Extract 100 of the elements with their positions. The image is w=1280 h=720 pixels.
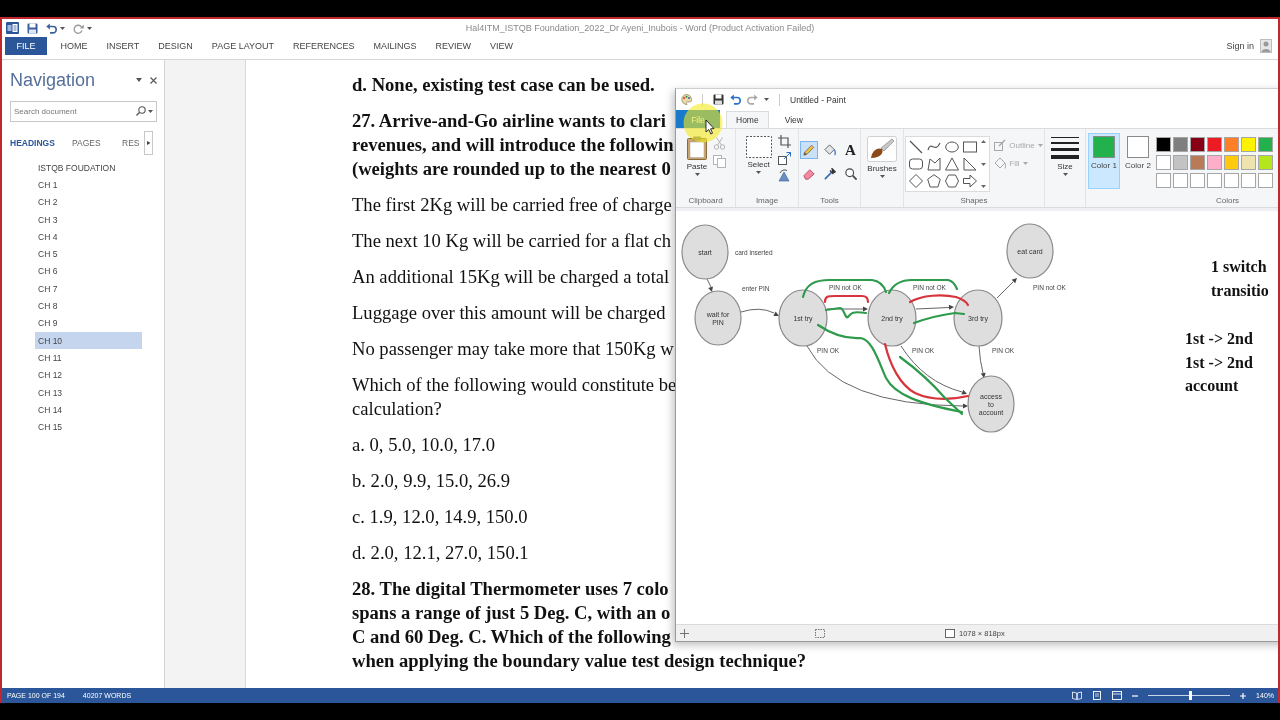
pane-tab[interactable]: PAGES (72, 138, 122, 148)
heading-item[interactable]: CH 11 (35, 349, 142, 367)
pane-tab[interactable]: RES (122, 138, 142, 148)
heading-item[interactable]: CH 13 (35, 383, 142, 402)
palette-swatch[interactable] (1156, 173, 1171, 188)
redo-icon[interactable] (747, 94, 758, 105)
scroll-right-icon[interactable] (144, 131, 153, 155)
palette-swatch[interactable] (1258, 137, 1273, 152)
select-button[interactable]: Select (743, 133, 774, 177)
heading-item[interactable]: CH 14 (35, 401, 142, 419)
caret-icon[interactable] (136, 78, 142, 82)
pencil-icon[interactable] (799, 141, 818, 159)
heading-item[interactable]: CH 9 (35, 314, 142, 332)
resize-icon[interactable] (777, 152, 791, 165)
palette-icon[interactable] (681, 94, 692, 105)
heading-item[interactable]: CH 12 (35, 366, 142, 384)
redo-icon[interactable] (73, 22, 84, 34)
more-icon[interactable] (981, 185, 987, 188)
app-icon[interactable] (6, 22, 19, 34)
palette-swatch[interactable] (1173, 173, 1188, 188)
heading-item[interactable]: CH 4 (35, 228, 142, 246)
ribbon-tab[interactable]: View (774, 111, 813, 128)
close-icon[interactable] (150, 76, 157, 84)
palette-swatch[interactable] (1241, 155, 1256, 170)
palette-swatch[interactable] (1207, 155, 1222, 170)
account-icon[interactable] (1260, 39, 1272, 53)
size-button[interactable]: Size (1049, 133, 1081, 179)
color-button[interactable]: Color 1 (1088, 133, 1120, 189)
palette-swatch[interactable] (1258, 155, 1273, 170)
file-tab[interactable]: FILE (5, 37, 47, 55)
zoom-out-icon[interactable] (1132, 692, 1139, 699)
heading-item[interactable]: ISTQB FOUDATION (35, 159, 142, 177)
heading-item[interactable]: CH 6 (35, 262, 142, 281)
group-label: Colors (1215, 195, 1241, 205)
web-layout-icon[interactable] (1112, 691, 1123, 700)
palette-swatch[interactable] (1190, 155, 1205, 170)
ribbon-tab[interactable]: Home (726, 111, 769, 128)
palette-swatch[interactable] (1190, 173, 1205, 188)
palette-swatch[interactable] (1207, 137, 1222, 152)
heading-item[interactable]: CH 10 (35, 331, 142, 350)
ribbon-tab[interactable]: INSERT (97, 37, 149, 55)
scroll-up-icon[interactable] (981, 140, 987, 143)
sign-in-link[interactable]: Sign in (1226, 41, 1254, 51)
text-tool[interactable]: A (841, 141, 860, 159)
rounded-rectangle-icon[interactable] (909, 157, 924, 171)
arrow-shape-icon[interactable] (963, 174, 978, 188)
undo-icon[interactable] (730, 94, 741, 105)
palette-swatch[interactable] (1173, 137, 1188, 152)
read-mode-icon[interactable] (1072, 691, 1083, 700)
right-triangle-icon[interactable] (963, 157, 978, 171)
ribbon-tab[interactable]: MAILINGS (364, 37, 427, 55)
heading-item[interactable]: CH 3 (35, 210, 142, 229)
rotate-icon[interactable] (777, 169, 791, 182)
scroll-down-icon[interactable] (981, 162, 987, 166)
palette-swatch[interactable] (1224, 137, 1239, 152)
palette-swatch[interactable] (1207, 173, 1222, 188)
color-button[interactable]: Color 2 (1122, 133, 1154, 189)
palette-swatch[interactable] (1241, 173, 1256, 188)
undo-icon[interactable] (46, 22, 57, 34)
rectangle-shape-icon[interactable] (963, 140, 978, 154)
ribbon-tab[interactable]: VIEW (480, 37, 523, 55)
ribbon-tab[interactable]: REVIEW (426, 37, 481, 55)
palette-swatch[interactable] (1156, 137, 1171, 152)
palette-swatch[interactable] (1224, 155, 1239, 170)
triangle-shape-icon[interactable] (945, 157, 960, 171)
heading-item[interactable]: CH 2 (35, 193, 142, 211)
heading-item[interactable]: CH 7 (35, 280, 142, 298)
search-field[interactable]: Search document (10, 101, 157, 122)
heading-item[interactable]: CH 15 (35, 418, 142, 436)
slider-thumb[interactable] (1189, 691, 1193, 700)
save-icon[interactable] (713, 94, 724, 105)
palette-swatch[interactable] (1241, 137, 1256, 152)
pane-tab[interactable]: HEADINGS (10, 138, 72, 148)
polygon-shape-icon[interactable] (927, 157, 942, 171)
palette-swatch[interactable] (1156, 155, 1171, 170)
search-icon[interactable] (136, 106, 146, 116)
palette-swatch[interactable] (1190, 137, 1205, 152)
heading-item[interactable]: CH 5 (35, 245, 142, 263)
selection-icon (745, 136, 772, 158)
print-layout-icon[interactable] (1092, 691, 1103, 700)
state-node (1006, 223, 1054, 279)
ribbon-tab[interactable]: HOME (51, 37, 97, 55)
heading-item[interactable]: CH 1 (35, 176, 142, 194)
crop-icon[interactable] (777, 135, 791, 148)
oval-shape-icon[interactable] (945, 140, 960, 154)
document-text: The next 10 Kg will be carried for a flat ch (352, 229, 672, 253)
palette-swatch[interactable] (1224, 173, 1239, 188)
line-shape-icon[interactable] (909, 140, 924, 154)
hexagon-shape-icon[interactable] (945, 174, 960, 188)
zoom-slider[interactable] (1148, 691, 1231, 700)
palette-swatch[interactable] (1258, 173, 1273, 188)
heading-item[interactable]: CH 8 (35, 297, 142, 315)
pentagon-shape-icon[interactable] (927, 174, 942, 188)
ribbon-tab[interactable]: REFERENCES (283, 37, 365, 55)
zoom-in-icon[interactable] (1240, 692, 1247, 699)
ribbon-tab[interactable]: DESIGN (148, 37, 203, 55)
palette-swatch[interactable] (1173, 155, 1188, 170)
brushes-button[interactable]: Brushes (865, 133, 899, 181)
save-icon[interactable] (27, 22, 38, 34)
ribbon-tab[interactable]: PAGE LAYOUT (202, 37, 284, 55)
